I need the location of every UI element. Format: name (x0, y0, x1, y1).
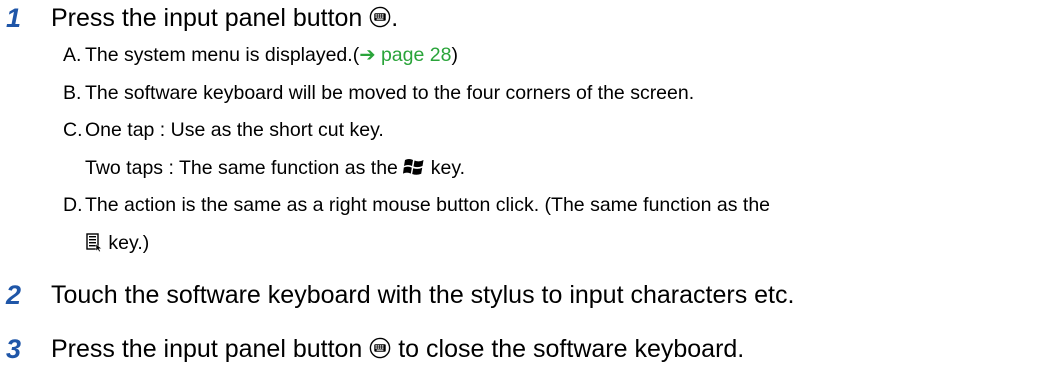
substep-a: A. The system menu is displayed.(➔ page 2… (63, 42, 458, 68)
step-number: 1 (6, 3, 22, 33)
step-number: 2 (6, 280, 22, 310)
step-text: Press the input panel button . (51, 2, 398, 34)
continuation-text-after: key. (425, 157, 466, 179)
substep-letter: C. (63, 119, 83, 141)
substep-text: The system menu is displayed.( (85, 44, 360, 66)
continuation-text-after: key.) (103, 232, 150, 254)
step-text: Touch the software keyboard with the sty… (51, 281, 795, 309)
continuation-text-before: Two taps : The same function as the (85, 157, 404, 179)
substep-c-continuation: Two taps : The same function as the key. (85, 155, 465, 181)
substep-text-end: ) (451, 44, 458, 66)
substep-c: C. One tap : Use as the short cut key. (63, 117, 384, 143)
page-reference-link[interactable]: page 28 (376, 44, 452, 66)
windows-key-icon (403, 157, 425, 177)
step-text: Press the input panel button to close th… (51, 333, 744, 365)
application-key-icon (85, 232, 103, 252)
substep-text: One tap : Use as the short cut key. (85, 119, 384, 141)
substep-b: B. The software keyboard will be moved to… (63, 80, 694, 106)
substep-text: The software keyboard will be moved to t… (85, 82, 695, 104)
step-text-after: . (391, 4, 399, 32)
step-number: 3 (6, 334, 22, 364)
substep-d-continuation: key.) (85, 230, 149, 256)
input-panel-button-icon (369, 6, 391, 28)
substep-d: D. The action is the same as a right mous… (63, 192, 770, 218)
substep-text: The action is the same as a right mouse … (85, 194, 771, 216)
substep-letter: A. (63, 44, 82, 66)
step-text-before: Press the input panel button (51, 335, 370, 363)
input-panel-button-icon (369, 337, 391, 359)
substep-letter: D. (63, 194, 83, 216)
page-reference-arrow[interactable]: ➔ (359, 44, 375, 66)
manual-page: 1 Press the input panel button . A. The s… (0, 0, 1048, 384)
step-text-after: to close the software keyboard. (391, 335, 745, 363)
step-text-before: Press the input panel button (51, 4, 370, 32)
substep-letter: B. (63, 82, 82, 104)
